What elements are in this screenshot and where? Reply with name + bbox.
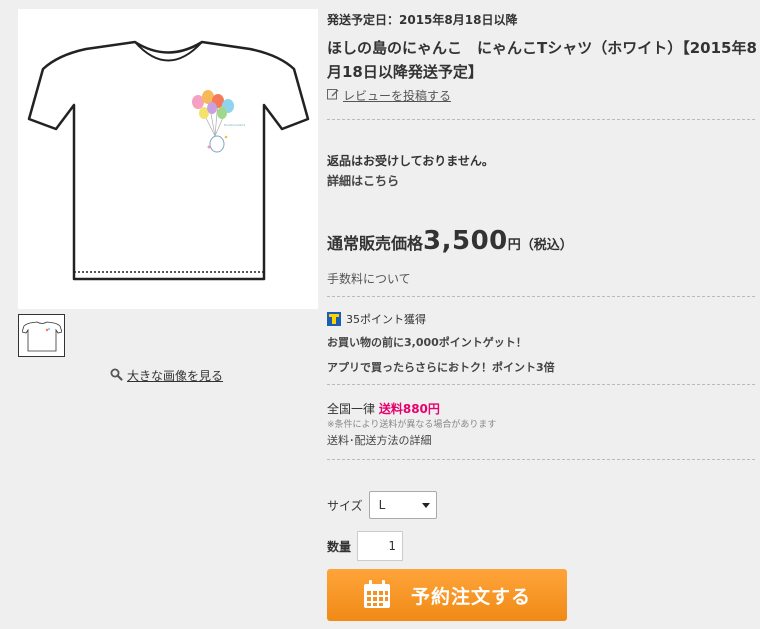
shipping-prefix: 全国一律 <box>327 402 376 416</box>
shipping-fee-value: 送料880円 <box>378 402 440 416</box>
shipping-detail-link[interactable]: 送料･配送方法の詳細 <box>327 432 432 448</box>
view-large-image-link[interactable]: 大きな画像を見る <box>110 367 223 384</box>
size-selected-value: L <box>378 498 386 512</box>
divider <box>327 119 755 120</box>
return-detail-link[interactable]: 詳細はこちら <box>327 172 399 189</box>
quantity-option: 数量 1 <box>327 531 404 561</box>
points-earned-label: 35ポイント獲得 <box>346 313 426 326</box>
return-policy-note: 返品はお受けしておりません。 <box>327 154 494 168</box>
price-unit: 円（税込） <box>507 238 573 253</box>
product-thumbnail[interactable] <box>18 314 65 357</box>
write-review-label: レビューを投稿する <box>343 89 452 103</box>
divider <box>327 459 755 460</box>
size-option: サイズ L <box>327 491 437 519</box>
view-large-image-label: 大きな画像を見る <box>127 369 224 383</box>
product-main-image[interactable]: Hoshinoshima <box>18 9 318 309</box>
quantity-label: 数量 <box>327 539 352 554</box>
preorder-button[interactable]: 予約注文する <box>327 569 567 621</box>
t-point-icon <box>327 312 341 326</box>
product-title: ほしの島のにゃんこ にゃんこTシャツ（ホワイト）【2015年8月18日以降発送予… <box>327 39 757 81</box>
size-label: サイズ <box>327 498 363 513</box>
calendar-icon <box>361 578 393 613</box>
price-row: 通常販売価格 3,500 円（税込） <box>327 226 573 256</box>
magnifier-icon <box>110 368 123 384</box>
size-select[interactable]: L <box>368 491 437 519</box>
points-earned: 35ポイント獲得 <box>327 311 426 327</box>
app-promo-link[interactable]: アプリで買ったらさらにおトク！ポイント3倍 <box>327 359 555 375</box>
dropdown-arrow-icon <box>421 503 430 508</box>
points-promo-link[interactable]: お買い物の前に3,000ポイントゲット！ <box>327 334 527 350</box>
preorder-button-label: 予約注文する <box>411 585 532 608</box>
divider <box>327 296 755 297</box>
edit-icon <box>327 88 339 103</box>
svg-text:Hoshinoshima: Hoshinoshima <box>224 123 245 127</box>
price-value: 3,500 <box>423 226 508 256</box>
shipping-note: ※条件により送料が異なる場合があります <box>327 420 497 430</box>
divider <box>327 384 755 385</box>
price-label: 通常販売価格 <box>327 234 424 253</box>
quantity-input[interactable]: 1 <box>357 531 404 561</box>
ship-date: 発送予定日：2015年8月18日以降 <box>327 13 518 27</box>
fee-info-link[interactable]: 手数料について <box>327 270 411 287</box>
write-review-link[interactable]: レビューを投稿する <box>327 87 451 104</box>
shipping-fee: 全国一律 送料880円 <box>327 400 440 417</box>
